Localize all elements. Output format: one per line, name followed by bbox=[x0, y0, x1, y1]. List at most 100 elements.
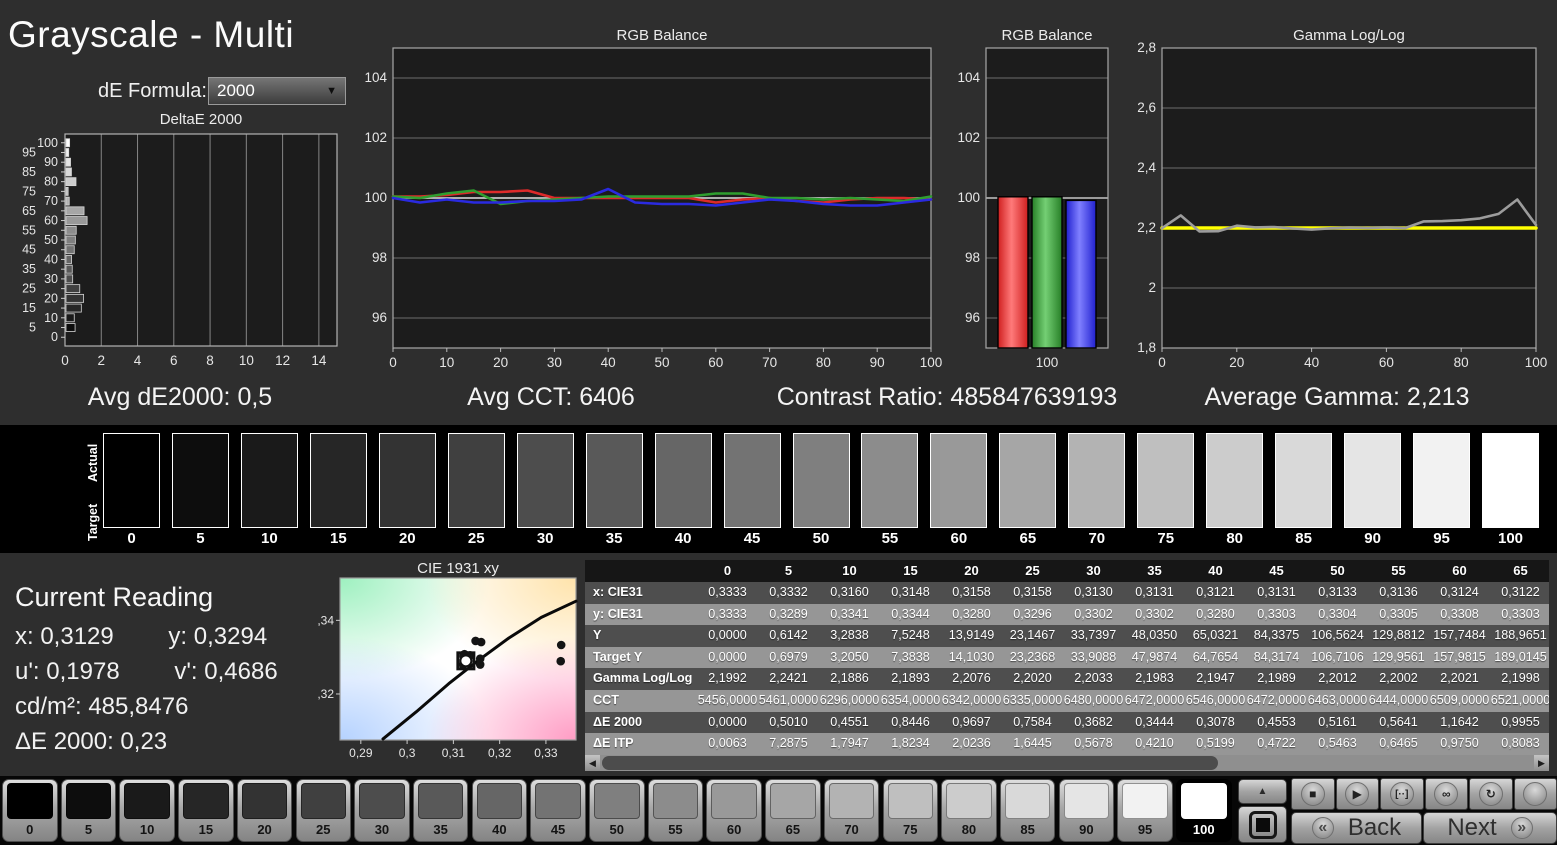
svg-text:2,8: 2,8 bbox=[1137, 40, 1156, 55]
scrollbar-thumb[interactable] bbox=[602, 756, 1219, 770]
patch-button-35[interactable]: 35 bbox=[412, 779, 469, 842]
patch-button-55[interactable]: 55 bbox=[647, 779, 704, 842]
table-cell: 129,8812 bbox=[1372, 628, 1425, 643]
table-cell: 0,6979 bbox=[769, 649, 808, 664]
pattern-window-button[interactable] bbox=[1238, 806, 1287, 843]
swatch-90 bbox=[1344, 433, 1402, 528]
patch-color-10 bbox=[124, 783, 170, 819]
play-button[interactable]: ▶ bbox=[1335, 778, 1379, 810]
svg-text:60: 60 bbox=[1379, 355, 1394, 370]
table-cell: 2,2002 bbox=[1379, 671, 1418, 686]
table-cell: 0,3333 bbox=[708, 606, 747, 621]
patch-label-75: 75 bbox=[903, 822, 918, 837]
patch-color-25 bbox=[300, 783, 346, 819]
table-cell: 33,7397 bbox=[1070, 628, 1117, 643]
stop-button[interactable]: ■ bbox=[1291, 778, 1335, 810]
patch-button-90[interactable]: 90 bbox=[1058, 779, 1115, 842]
record-blank-button[interactable] bbox=[1513, 778, 1557, 810]
table-cell: 0,5641 bbox=[1379, 714, 1418, 729]
svg-text:Gamma Log/Log: Gamma Log/Log bbox=[1293, 28, 1405, 44]
svg-text:0,29: 0,29 bbox=[349, 746, 373, 760]
cie-1931-chart: CIE 1931 xy 0,29 0,3 0,31 0,32 0,33 0,34 0,32 bbox=[311, 560, 588, 772]
table-header-row: 0 5 10 15 20 25 30 35 40 45 50 55 60 65 bbox=[585, 560, 1549, 582]
svg-text:0: 0 bbox=[1158, 355, 1166, 370]
table-header-cell: 35 bbox=[1147, 563, 1162, 578]
svg-text:102: 102 bbox=[957, 130, 980, 145]
swatch-95 bbox=[1413, 433, 1471, 528]
table-row-label: Y bbox=[593, 628, 602, 643]
patch-button-25[interactable]: 25 bbox=[295, 779, 351, 842]
gamma-canvas: Gamma Log/Log 2,8 2,6 2,4 2,2 2 1,80 20 40 60 80 10… bbox=[1137, 27, 1547, 370]
chevron-left-icon: « bbox=[1311, 817, 1334, 839]
patch-button-85[interactable]: 85 bbox=[999, 779, 1056, 842]
swatch-label-95: 95 bbox=[1433, 530, 1450, 547]
table-row-label: Target Y bbox=[593, 649, 643, 664]
infinity-loop-button[interactable]: ∞ bbox=[1424, 778, 1468, 810]
table-cell: 0,4210 bbox=[1135, 736, 1174, 751]
table-cell: 6480,0000 bbox=[1063, 692, 1124, 707]
scrollbar-track[interactable] bbox=[600, 755, 1534, 771]
strip-actual-label: Actual bbox=[86, 443, 100, 483]
svg-text:20: 20 bbox=[44, 291, 58, 305]
refresh-loop-button[interactable]: ↻ bbox=[1469, 778, 1513, 810]
back-button-label: Back bbox=[1347, 814, 1402, 841]
collapse-up-button[interactable]: ▲ bbox=[1238, 779, 1287, 804]
scroll-right-arrow[interactable]: ▶ bbox=[1534, 755, 1549, 771]
table-horizontal-scrollbar[interactable]: ◀ ▶ bbox=[585, 755, 1549, 771]
patch-button-80[interactable]: 80 bbox=[941, 779, 997, 842]
table-cell: 0,5010 bbox=[769, 714, 808, 729]
patch-color-15 bbox=[183, 783, 229, 819]
svg-text:0,32: 0,32 bbox=[318, 687, 334, 701]
table-cell: 2,1886 bbox=[830, 671, 869, 686]
current-reading-title: Current Reading bbox=[15, 582, 214, 612]
table-cell: 0,8446 bbox=[891, 714, 930, 729]
back-button[interactable]: « Back bbox=[1291, 812, 1422, 844]
next-button[interactable]: Next » bbox=[1423, 812, 1557, 844]
patch-button-100[interactable]: 100 bbox=[1176, 779, 1232, 842]
de-formula-value: 2000 bbox=[217, 81, 255, 100]
patch-button-40[interactable]: 40 bbox=[471, 779, 528, 842]
patch-color-65 bbox=[770, 783, 816, 819]
patch-color-100 bbox=[1181, 783, 1227, 819]
chevron-right-icon: » bbox=[1510, 817, 1533, 839]
table-row: x: CIE31 0,3333 0,3332 0,3160 0,3148 0,3158 0,… bbox=[585, 582, 1549, 604]
range-marker-button[interactable]: [··] bbox=[1380, 778, 1424, 810]
patch-button-20[interactable]: 20 bbox=[236, 779, 293, 842]
svg-text:90: 90 bbox=[44, 155, 58, 169]
patch-button-5[interactable]: 5 bbox=[60, 779, 117, 842]
table-cell: 157,7484 bbox=[1433, 628, 1486, 643]
patch-button-75[interactable]: 75 bbox=[882, 779, 938, 842]
deltae-bar-60 bbox=[65, 216, 88, 225]
strip-target-label: Target bbox=[86, 503, 100, 541]
cie-canvas: CIE 1931 xy 0,29 0,3 0,31 0,32 0,33 0,34 0,32 bbox=[311, 560, 578, 760]
patch-color-60 bbox=[711, 783, 757, 819]
table-cell: 0,3148 bbox=[891, 585, 930, 599]
patch-button-70[interactable]: 70 bbox=[823, 779, 880, 842]
patch-button-60[interactable]: 60 bbox=[706, 779, 762, 842]
patch-button-30[interactable]: 30 bbox=[354, 779, 410, 842]
patch-button-65[interactable]: 65 bbox=[765, 779, 821, 842]
reading-u: u': 0,1978 bbox=[15, 658, 120, 685]
reading-v: v': 0,4686 bbox=[174, 658, 278, 685]
swatch-label-100: 100 bbox=[1497, 530, 1524, 547]
patch-label-5: 5 bbox=[84, 822, 93, 837]
next-button-label: Next bbox=[1447, 814, 1497, 841]
patch-button-45[interactable]: 45 bbox=[530, 779, 586, 842]
table-row-label: x: CIE31 bbox=[593, 585, 643, 599]
patch-label-20: 20 bbox=[257, 822, 272, 837]
deltae-bar-35 bbox=[65, 264, 73, 274]
patch-label-10: 10 bbox=[139, 822, 155, 837]
table-cell: 2,2033 bbox=[1074, 671, 1113, 686]
table-cell: 0,3078 bbox=[1196, 714, 1235, 729]
patch-button-10[interactable]: 10 bbox=[119, 779, 175, 842]
patch-button-0[interactable]: 0 bbox=[2, 779, 58, 842]
patch-button-95[interactable]: 95 bbox=[1117, 779, 1173, 842]
table-cell: 6444,0000 bbox=[1368, 692, 1429, 707]
patch-button-50[interactable]: 50 bbox=[589, 779, 645, 842]
patch-button-15[interactable]: 15 bbox=[178, 779, 234, 842]
reading-uv-row: u': 0,1978 v': 0,4686 bbox=[15, 658, 315, 686]
table-row: CCT 5456,0000 5461,0000 6296,0000 6354,0000 6… bbox=[585, 689, 1549, 712]
patch-label-40: 40 bbox=[492, 822, 507, 837]
scroll-left-arrow[interactable]: ◀ bbox=[585, 755, 600, 771]
de-formula-select[interactable]: 2000 ▼ bbox=[208, 77, 346, 105]
